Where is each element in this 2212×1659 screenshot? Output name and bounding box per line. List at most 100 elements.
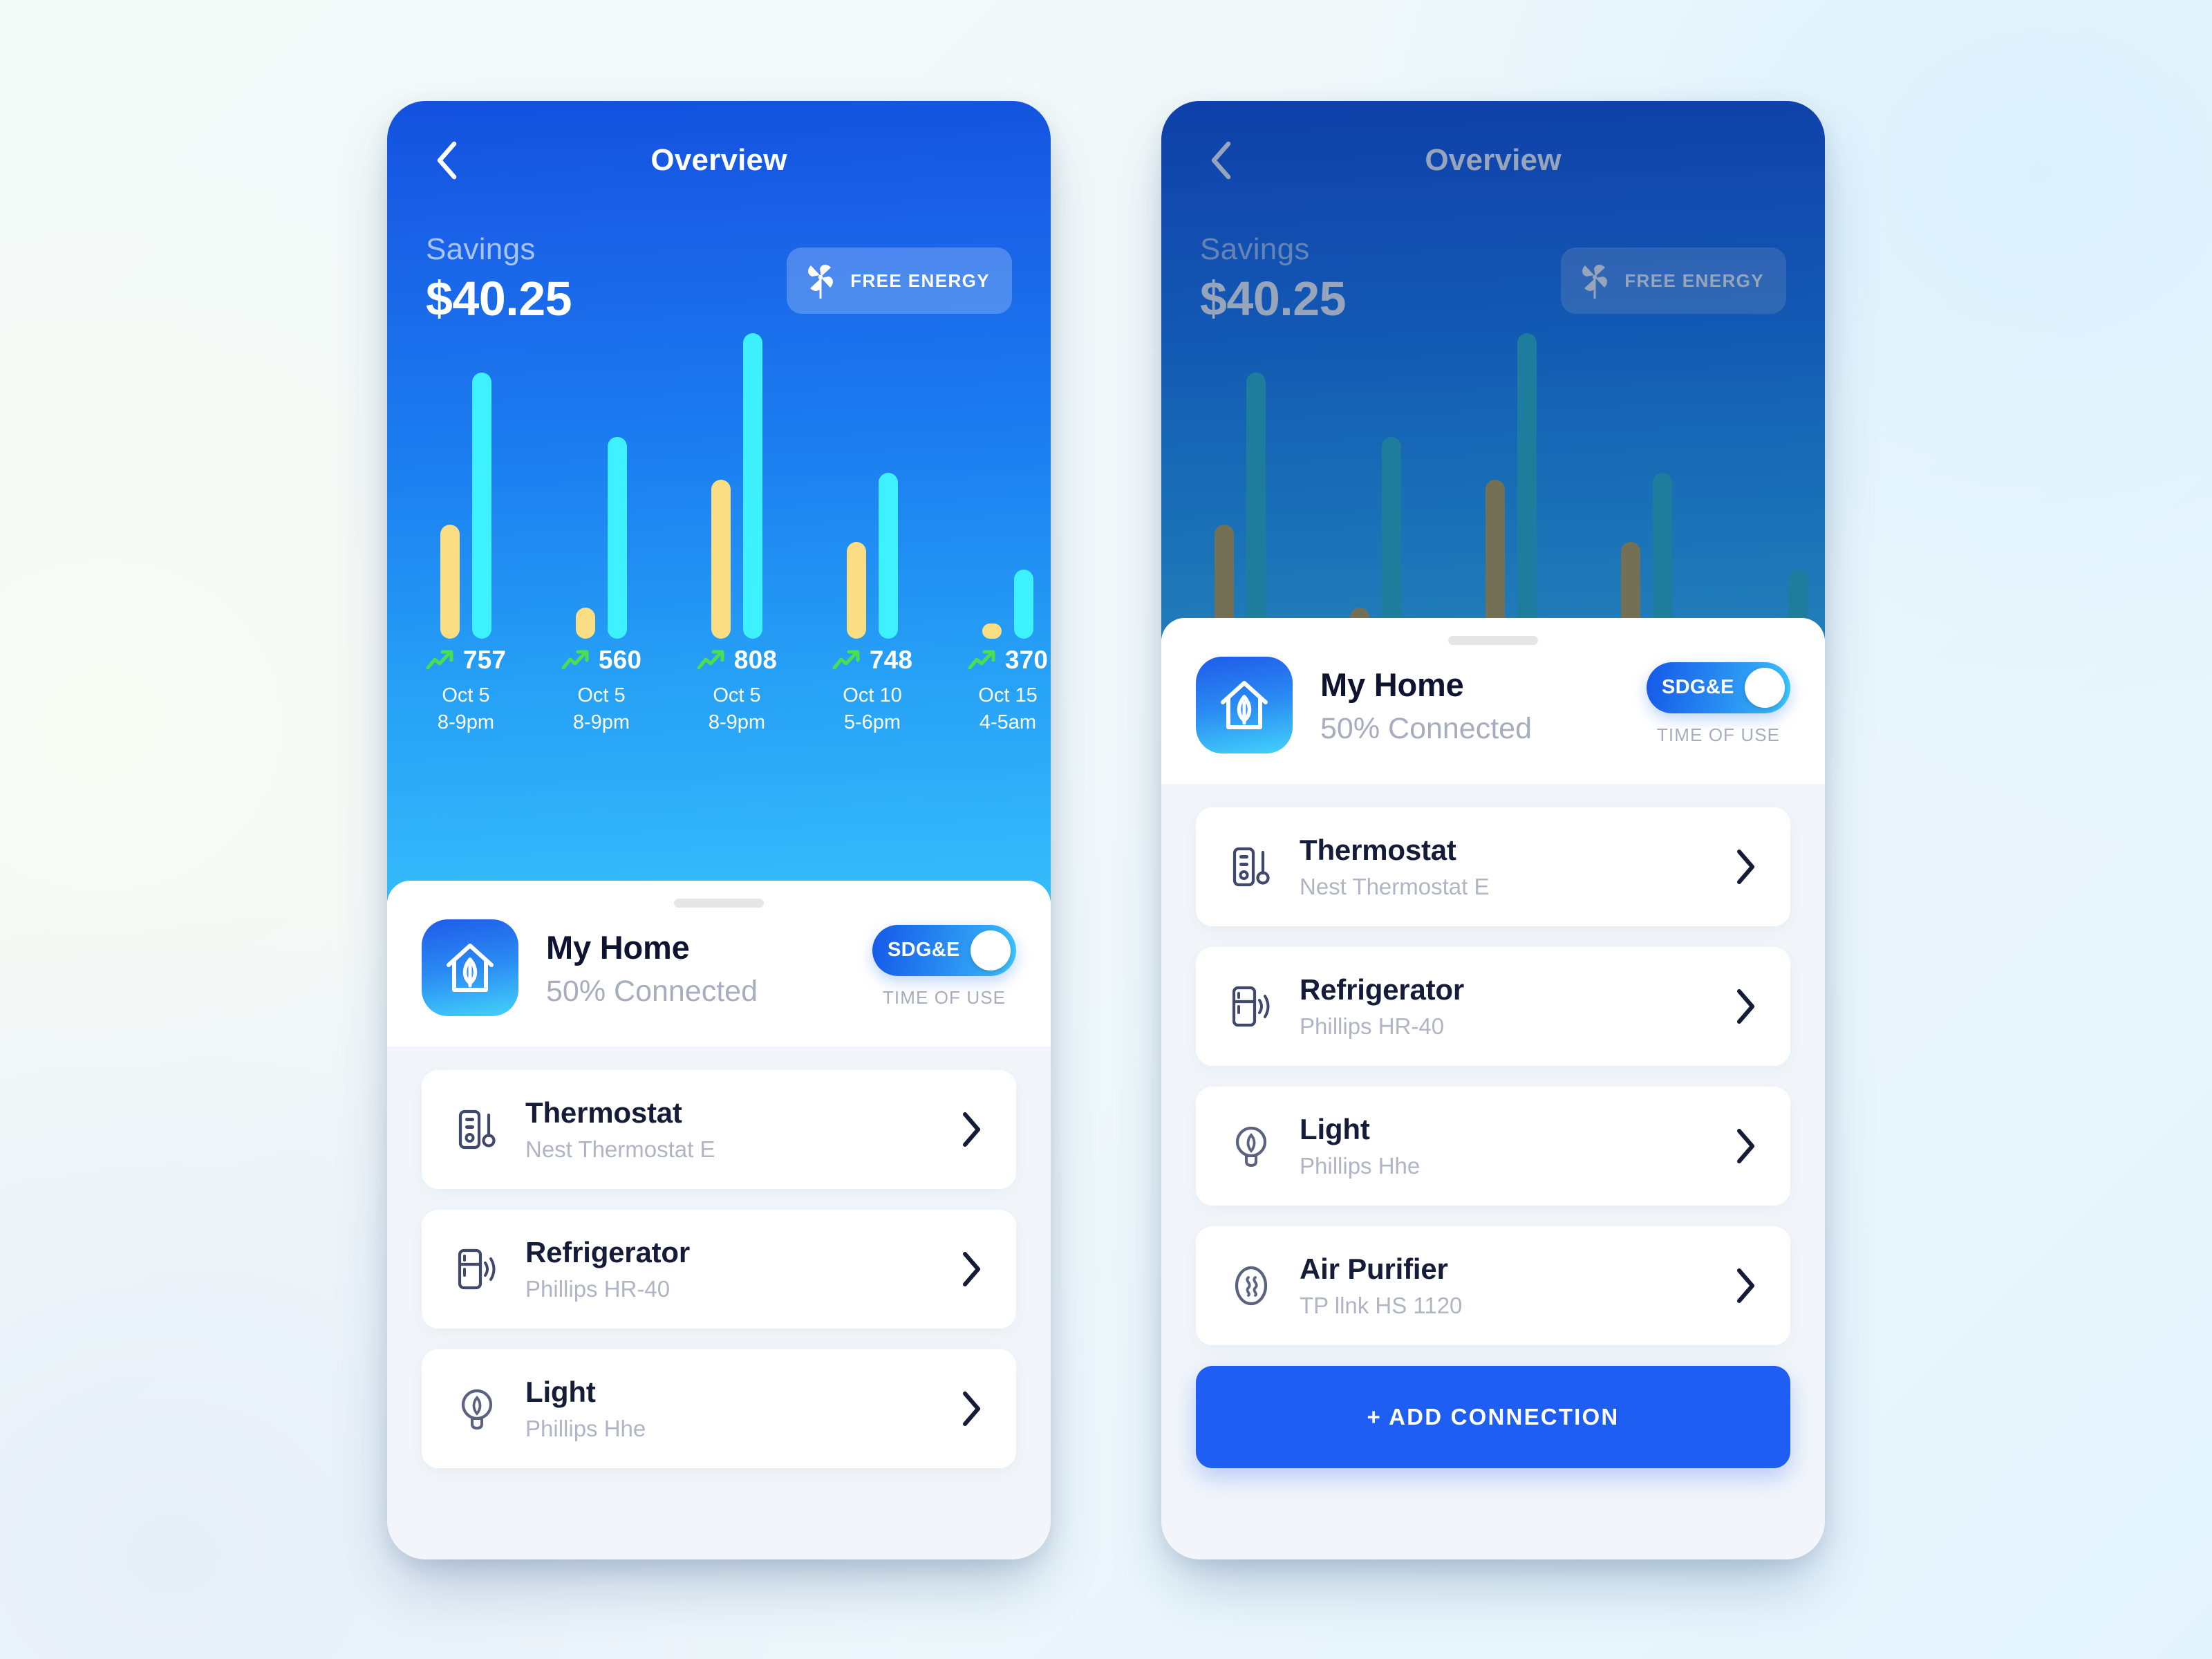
chart-date: Oct 5 [442, 684, 490, 706]
sheet-grabber-handle[interactable] [674, 899, 764, 908]
device-list-item[interactable]: Thermostat Nest Thermostat E [422, 1070, 1016, 1189]
chart-date: Oct 15 [978, 684, 1038, 706]
chart-bar-group [1174, 373, 1306, 639]
trend-up-arrow-icon [968, 650, 995, 670]
device-chevron[interactable] [955, 1112, 988, 1147]
page-title: Overview [1425, 143, 1562, 177]
home-connected-status: 50% Connected [1320, 712, 1532, 745]
home-leaf-icon [1221, 681, 1268, 729]
chevron-left-icon [1211, 141, 1231, 180]
chart-value-row: 757 [400, 646, 532, 675]
device-name: Thermostat [525, 1096, 682, 1129]
chevron-right-icon [1737, 989, 1754, 1024]
chevron-left-icon [437, 141, 457, 180]
home-icon-tile [422, 919, 518, 1016]
device-list-item[interactable]: Light Phillips Hhe [422, 1349, 1016, 1468]
chart-date: Oct 10 [843, 684, 902, 706]
utility-toggle-block: SDG&E TIME OF USE [872, 924, 1016, 1009]
chart-group-label: 560 Oct 5 8-9pm [535, 646, 668, 734]
thermostat-icon [1232, 847, 1270, 887]
chart-bar-savings-cyan [1382, 437, 1401, 639]
sdge-toggle[interactable]: SDG&E [872, 924, 1016, 976]
device-model: Phillips Hhe [525, 1416, 646, 1441]
chart-group-label: 370 Oct 15 4-5am [941, 646, 1051, 734]
sheet-grabber-handle[interactable] [1448, 636, 1538, 645]
free-energy-button[interactable]: FREE ENERGY [787, 247, 1012, 314]
toggle-knob [971, 930, 1011, 971]
canvas: Overview Savings $40.25 FREE ENERGY 757 … [0, 0, 2212, 1659]
chevron-right-icon [963, 1391, 980, 1426]
device-model: Phillips Hhe [1300, 1153, 1421, 1179]
device-icon [1226, 1124, 1276, 1168]
device-text: Light Phillips Hhe [1300, 1113, 1730, 1179]
device-list-item[interactable]: Light Phillips Hhe [1196, 1087, 1790, 1206]
add-connection-button[interactable]: + ADD CONNECTION [1196, 1366, 1790, 1468]
refrigerator-icon [1232, 986, 1270, 1027]
trend-up-arrow-icon [697, 650, 724, 670]
chart-bar-group [806, 473, 939, 639]
chart-time: 5-6pm [843, 711, 901, 733]
device-chevron[interactable] [1730, 988, 1763, 1024]
chart-time: 8-9pm [437, 711, 495, 733]
device-list-item[interactable]: Thermostat Nest Thermostat E [1196, 807, 1790, 926]
device-name: Light [525, 1376, 596, 1408]
back-button[interactable] [426, 140, 467, 181]
air-purifier-icon [1235, 1266, 1268, 1306]
free-energy-button[interactable]: FREE ENERGY [1561, 247, 1786, 314]
page-title: Overview [650, 143, 787, 177]
chart-bar-savings-cyan [1246, 373, 1266, 639]
device-list: Thermostat Nest Thermostat E Refrigerator P… [1161, 784, 1825, 1345]
savings-bar-chart: 757 Oct 5 8-9pm 560 Oct 5 8-9pm 808 Oct 5 8-9pm 7… [387, 333, 1051, 749]
sdge-toggle-label: SDG&E [888, 939, 960, 961]
chart-value: 370 [1004, 646, 1049, 674]
device-icon [1226, 1264, 1276, 1307]
free-energy-label: FREE ENERGY [1624, 270, 1764, 291]
device-model: Phillips HR-40 [525, 1276, 671, 1302]
home-summary-card[interactable]: My Home 50% Connected SDG&E TIME OF USE [1161, 618, 1825, 784]
chart-bar-usage-yellow [982, 624, 1002, 639]
device-chevron[interactable] [1730, 1268, 1763, 1304]
top-bar: Overview [1161, 101, 1825, 220]
chart-bars [1161, 333, 1825, 639]
trend-up-arrow-icon [832, 650, 860, 670]
pinwheel-icon [808, 265, 834, 299]
chart-group-label: 757 Oct 5 8-9pm [400, 646, 532, 734]
device-chevron[interactable] [955, 1251, 988, 1287]
chart-bar-usage-yellow [711, 480, 731, 639]
chart-bar-savings-cyan [608, 437, 627, 639]
device-list-item[interactable]: Air Purifier TP llnk HS 1120 [1196, 1226, 1790, 1345]
device-name: Thermostat [1300, 834, 1456, 866]
chart-time: 8-9pm [572, 711, 630, 733]
device-icon [452, 1248, 502, 1291]
device-list-item[interactable]: Refrigerator Phillips HR-40 [1196, 947, 1790, 1066]
device-chevron[interactable] [1730, 1128, 1763, 1164]
chart-bar-group [941, 570, 1051, 639]
chart-bar-group [535, 437, 668, 639]
chart-bars [387, 333, 1051, 639]
home-text-block: My Home 50% Connected [546, 928, 872, 1009]
home-text-block: My Home 50% Connected [1320, 666, 1647, 746]
home-leaf-icon [447, 944, 494, 992]
sdge-toggle[interactable]: SDG&E [1647, 662, 1790, 713]
device-chevron[interactable] [1730, 849, 1763, 885]
chart-value: 748 [869, 646, 913, 674]
device-icon [452, 1108, 502, 1151]
device-text: Refrigerator Phillips HR-40 [1300, 973, 1730, 1040]
chart-bar-savings-cyan [1653, 473, 1672, 639]
device-chevron[interactable] [955, 1391, 988, 1427]
chart-bar-usage-yellow [1485, 480, 1505, 639]
bottom-sheet: My Home 50% Connected SDG&E TIME OF USE … [1161, 618, 1825, 1559]
lightbulb-icon [461, 1389, 493, 1430]
device-list-item[interactable]: Refrigerator Phillips HR-40 [422, 1210, 1016, 1329]
device-model: Nest Thermostat E [1300, 874, 1490, 899]
chart-bar-savings-cyan [879, 473, 898, 639]
back-button[interactable] [1200, 140, 1241, 181]
toggle-knob [1745, 667, 1785, 708]
chart-bar-savings-cyan [1517, 333, 1537, 639]
home-connected-status: 50% Connected [546, 975, 758, 1008]
chevron-right-icon [1737, 850, 1754, 884]
device-name: Light [1300, 1113, 1370, 1145]
chevron-right-icon [963, 1252, 980, 1286]
home-summary-card[interactable]: My Home 50% Connected SDG&E TIME OF USE [387, 881, 1051, 1047]
refrigerator-icon [458, 1248, 496, 1290]
